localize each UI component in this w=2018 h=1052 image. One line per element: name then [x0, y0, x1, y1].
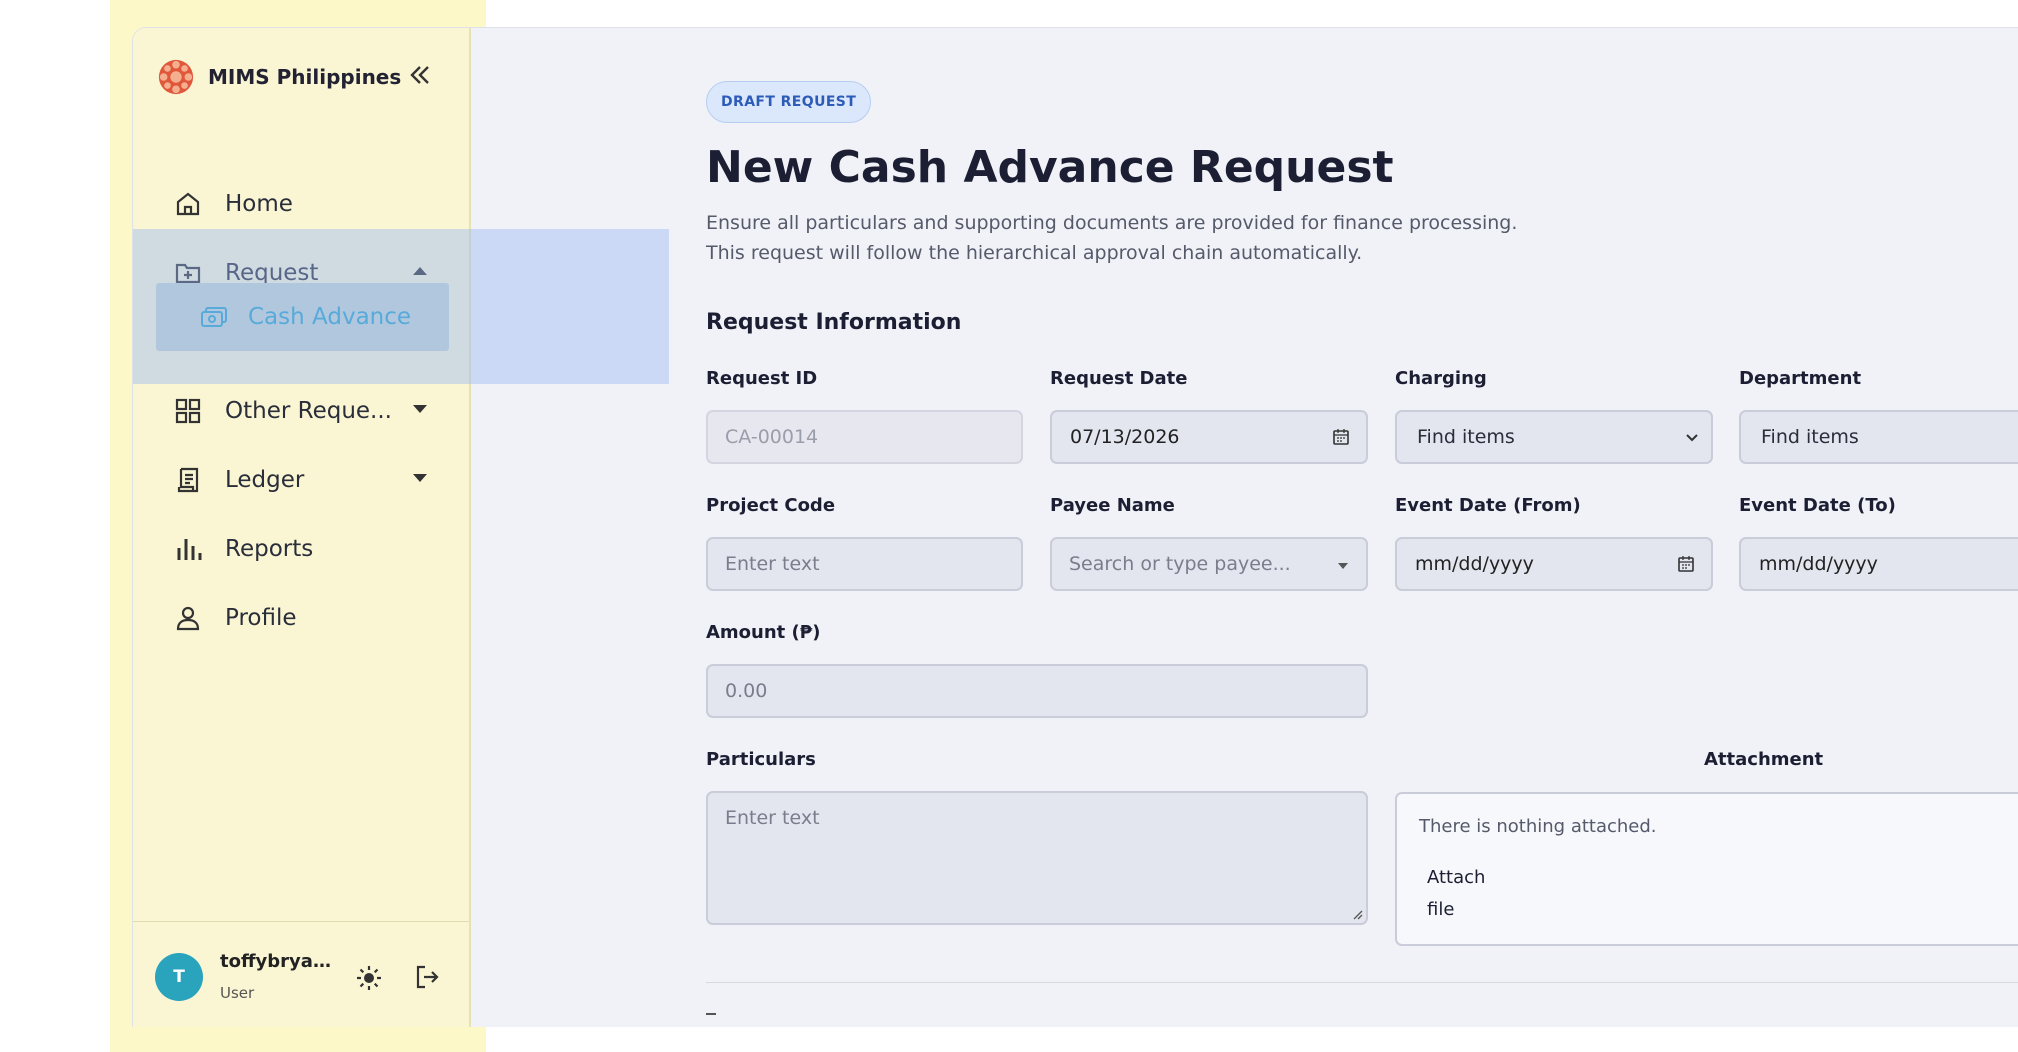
sidebar-item-label: Reports	[225, 536, 314, 562]
request-id-field: CA-00014	[706, 410, 1023, 464]
section-title: Request Information	[706, 310, 962, 335]
sidebar: MIMS Philippines Home Request Cash Advan…	[133, 28, 471, 1027]
theme-toggle-button[interactable]	[355, 964, 383, 992]
department-value: Find items	[1761, 426, 1859, 448]
brand: MIMS Philippines	[157, 58, 401, 96]
caret-down-icon	[413, 405, 427, 413]
user-name: toffybryan...	[220, 951, 335, 972]
next-section-heading-cut	[706, 1013, 716, 1017]
payee-name-label: Payee Name	[1050, 495, 1175, 516]
collapse-sidebar-button[interactable]	[405, 62, 435, 92]
sidebar-item-other-requests[interactable]: Other Reque...	[173, 386, 443, 436]
sidebar-item-ledger[interactable]: Ledger	[173, 455, 443, 505]
charging-value: Find items	[1417, 426, 1515, 448]
attachment-dropzone: There is nothing attached. Attach file	[1395, 792, 2018, 946]
page-title: New Cash Advance Request	[706, 142, 1394, 193]
brand-name: MIMS Philippines	[208, 65, 402, 89]
project-code-label: Project Code	[706, 495, 836, 516]
event-date-from-label: Event Date (From)	[1395, 495, 1581, 516]
attachment-empty-text: There is nothing attached.	[1419, 816, 1657, 837]
sun-icon	[357, 966, 381, 990]
logout-button[interactable]	[413, 963, 441, 991]
bar-chart-icon	[177, 539, 202, 560]
caret-down-icon	[413, 474, 427, 482]
amount-label: Amount (₱)	[706, 622, 821, 643]
double-chevron-left-icon	[410, 66, 429, 84]
request-date-label: Request Date	[1050, 368, 1188, 389]
payee-name-placeholder: Search or type payee...	[1069, 553, 1291, 575]
description-line-1: Ensure all particulars and supporting do…	[706, 212, 1518, 234]
request-id-label: Request ID	[706, 368, 818, 389]
event-date-to-field[interactable]: mm/dd/yyyy	[1739, 537, 2018, 591]
particulars-label: Particulars	[706, 749, 816, 770]
sidebar-item-label: Home	[225, 191, 293, 217]
caret-down-icon	[1338, 563, 1348, 569]
event-date-to-label: Event Date (To)	[1739, 495, 1896, 516]
event-date-from-field[interactable]: mm/dd/yyyy	[1395, 537, 1713, 591]
charging-label: Charging	[1395, 368, 1487, 389]
section-divider	[706, 982, 2018, 983]
project-code-input[interactable]: Enter text	[706, 537, 1023, 591]
particulars-placeholder: Enter text	[725, 807, 820, 829]
sidebar-item-label: Ledger	[225, 467, 305, 493]
attach-button-line-1: Attach	[1427, 867, 1486, 888]
charging-select[interactable]: Find items	[1395, 410, 1713, 464]
app-window: MIMS Philippines Home Request Cash Advan…	[132, 27, 2018, 1027]
sidebar-item-home[interactable]: Home	[173, 179, 443, 229]
attach-button-line-2: file	[1427, 899, 1455, 920]
caret-up-icon	[413, 267, 427, 275]
description-line-2: This request will follow the hierarchica…	[706, 242, 1363, 264]
user-role: User	[220, 984, 255, 1002]
calendar-icon[interactable]	[1332, 428, 1350, 446]
sidebar-item-label: Profile	[225, 605, 297, 631]
sidebar-item-reports[interactable]: Reports	[173, 524, 443, 574]
payee-name-combobox[interactable]: Search or type payee...	[1050, 537, 1368, 591]
request-date-value: 07/13/2026	[1070, 426, 1180, 448]
calendar-icon[interactable]	[1677, 555, 1695, 573]
event-date-to-placeholder: mm/dd/yyyy	[1759, 553, 1878, 575]
attach-file-button[interactable]: Attach file	[1427, 862, 1507, 926]
event-date-from-placeholder: mm/dd/yyyy	[1415, 553, 1534, 575]
resize-grip-icon[interactable]	[1351, 908, 1363, 920]
receipt-icon	[177, 467, 199, 493]
avatar[interactable]: T	[155, 953, 203, 1001]
particulars-textarea[interactable]: Enter text	[706, 791, 1368, 925]
request-date-field[interactable]: 07/13/2026	[1050, 410, 1368, 464]
status-badge: DRAFT REQUEST	[706, 81, 872, 123]
brand-logo-icon	[158, 59, 194, 95]
sidebar-item-profile[interactable]: Profile	[173, 593, 443, 643]
amount-input[interactable]: 0.00	[706, 664, 1368, 718]
home-icon	[176, 192, 200, 216]
sidebar-subitem-cash-advance[interactable]: Cash Advance	[156, 283, 449, 351]
chevron-down-icon	[1686, 434, 1698, 442]
department-select[interactable]: Find items	[1739, 410, 2018, 464]
sidebar-subitem-label: Cash Advance	[248, 304, 412, 330]
cash-icon	[201, 307, 227, 327]
page-description: Ensure all particulars and supporting do…	[706, 208, 1517, 268]
logout-icon	[416, 965, 439, 989]
department-label: Department	[1739, 368, 1862, 389]
sidebar-footer: T toffybryan... User	[133, 921, 469, 1027]
user-icon	[176, 606, 200, 631]
grid-icon	[175, 398, 201, 424]
attachment-label: Attachment	[1704, 749, 1824, 770]
sidebar-item-label: Other Reque...	[225, 398, 392, 424]
